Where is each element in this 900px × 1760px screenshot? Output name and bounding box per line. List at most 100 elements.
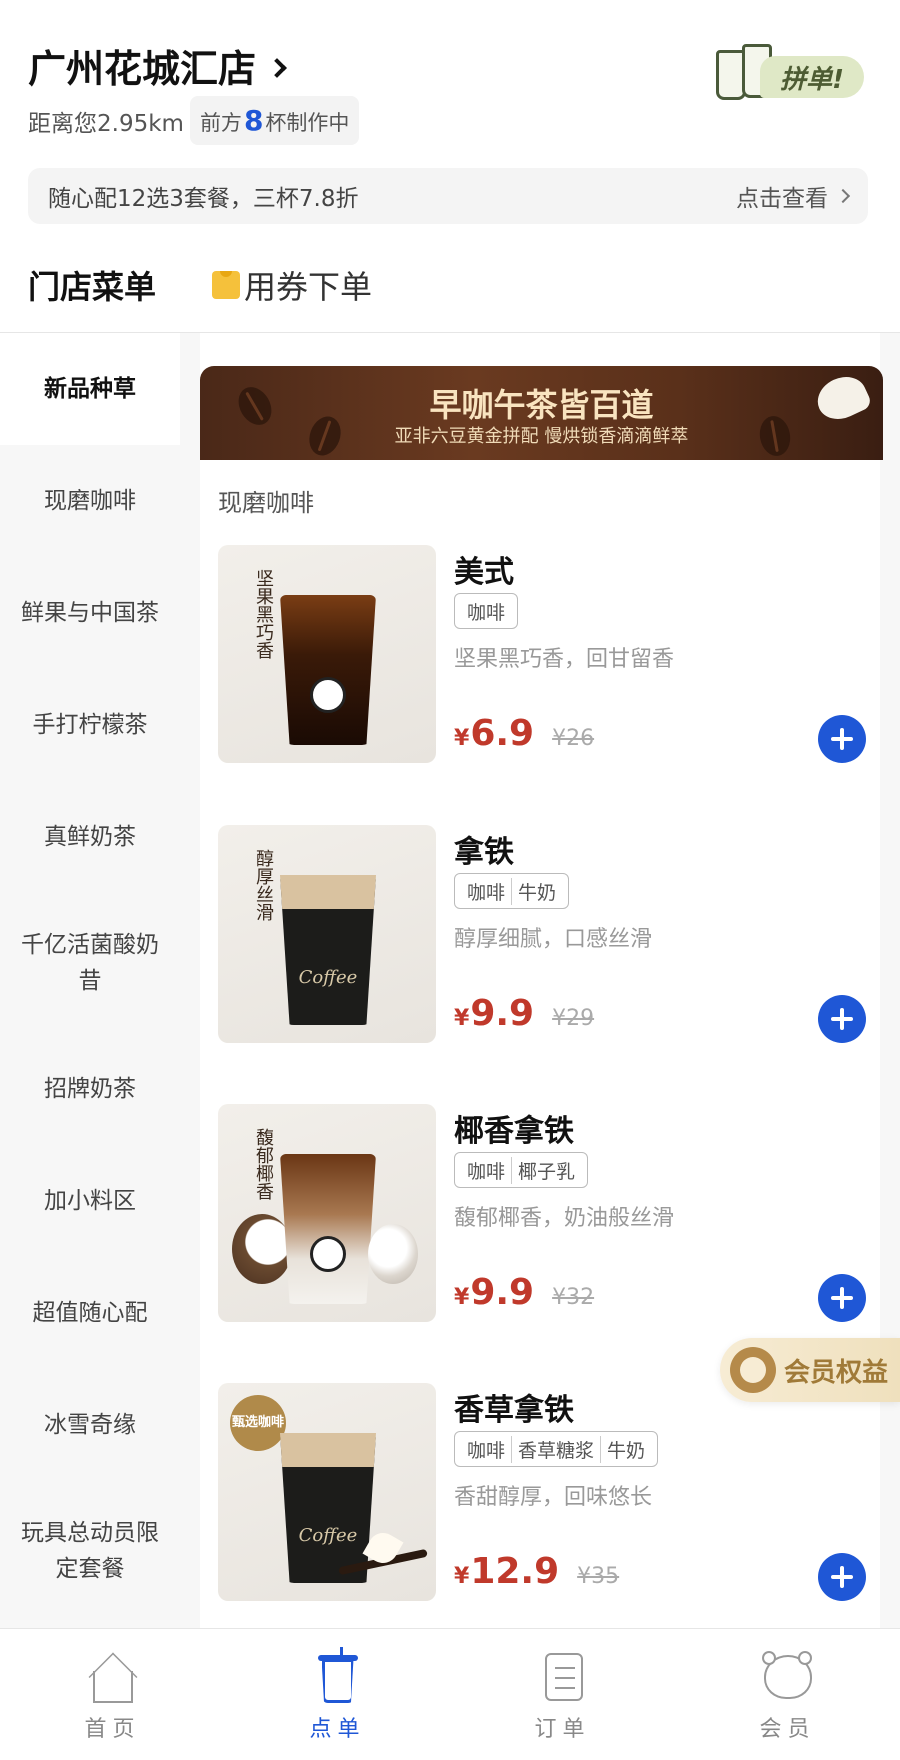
product-description: 香甜醇厚，回味悠长 bbox=[454, 1485, 653, 1510]
promo-view-link[interactable]: 点击查看 bbox=[736, 179, 851, 213]
sidebar-item-combo[interactable]: 超值随心配 bbox=[0, 1257, 180, 1369]
promo-bar[interactable]: 随心配12选3套餐，三杯7.8折 点击查看 bbox=[28, 168, 868, 224]
product-tag: 香草糖浆 bbox=[511, 1435, 600, 1463]
select-coffee-badge: 甄选咖啡 bbox=[230, 1395, 286, 1451]
panda-logo-icon bbox=[310, 677, 346, 713]
sidebar-item-coffee[interactable]: 现磨咖啡 bbox=[0, 445, 180, 557]
promo-banner[interactable]: 早咖午茶皆百道 亚非六豆黄金拼配 慢烘锁香滴滴鲜萃 bbox=[200, 366, 883, 460]
sidebar-item-label: 玩具总动员限定套餐 bbox=[21, 1520, 159, 1582]
sidebar-item-label: 千亿活菌酸奶昔 bbox=[21, 932, 159, 994]
member-benefits-label: 会员权益 bbox=[784, 1357, 889, 1388]
order-icon bbox=[535, 1649, 591, 1705]
store-distance: 距离您2.95km bbox=[28, 110, 184, 137]
product-image: 甄选咖啡 Coffee bbox=[218, 1383, 436, 1601]
product-original-price: ¥32 bbox=[552, 1285, 595, 1310]
sidebar-item-label: 加小料区 bbox=[44, 1188, 136, 1214]
promo-link-label: 点击查看 bbox=[736, 186, 828, 212]
product-price-row: ¥12.9 ¥35 bbox=[454, 1551, 619, 1592]
tab-label: 用券下单 bbox=[244, 268, 373, 306]
sidebar-item-lemon-tea[interactable]: 手打柠檬茶 bbox=[0, 669, 180, 781]
product-price: ¥12.9 bbox=[454, 1551, 560, 1592]
product-image-text: 馥郁椰香 bbox=[253, 1128, 274, 1200]
product-list: 早咖午茶皆百道 亚非六豆黄金拼配 慢烘锁香滴滴鲜萃 现磨咖啡 坚果黑巧香 美式 … bbox=[200, 333, 883, 1628]
product-original-price: ¥35 bbox=[577, 1564, 620, 1589]
cup-brand-text: Coffee bbox=[298, 1525, 358, 1546]
add-to-cart-button[interactable] bbox=[818, 1274, 866, 1322]
queue-suffix: 杯制作中 bbox=[265, 111, 350, 135]
sidebar-item-label: 超值随心配 bbox=[32, 1300, 148, 1326]
product-price: ¥9.9 bbox=[454, 1272, 535, 1313]
promo-text: 随心配12选3套餐，三杯7.8折 bbox=[48, 186, 359, 212]
sidebar-item-toy-story[interactable]: 玩具总动员限定套餐 bbox=[0, 1481, 180, 1621]
product-image: 醇厚丝滑 Coffee bbox=[218, 825, 436, 1043]
product-list-area[interactable]: 早咖午茶皆百道 亚非六豆黄金拼配 慢烘锁香滴滴鲜萃 现磨咖啡 坚果黑巧香 美式 … bbox=[180, 333, 900, 1628]
member-benefits-button[interactable]: 会员权益 bbox=[720, 1338, 900, 1402]
tab-store-menu[interactable]: 门店菜单 bbox=[28, 262, 158, 312]
store-selector[interactable]: 广州花城汇店 bbox=[28, 38, 287, 93]
product-card[interactable]: 馥郁椰香 椰香拿铁 咖啡 椰子乳 馥郁椰香，奶油般丝滑 ¥9.9 ¥32 bbox=[218, 1104, 878, 1324]
sidebar-item-frozen[interactable]: 冰雪奇缘 bbox=[0, 1369, 180, 1481]
product-description: 醇厚细腻，口感丝滑 bbox=[454, 927, 653, 952]
panda-icon bbox=[730, 1347, 776, 1393]
add-to-cart-button[interactable] bbox=[818, 1553, 866, 1601]
bottom-navigation: 首页 点单 订单 会员 bbox=[0, 1628, 900, 1760]
product-tag: 咖啡 bbox=[467, 1439, 506, 1462]
sidebar-item-label: 新品种草 bbox=[44, 376, 136, 402]
member-icon bbox=[760, 1649, 816, 1705]
coupon-icon bbox=[212, 271, 241, 299]
nav-label: 订单 bbox=[534, 1717, 591, 1742]
group-order-label: 拼单! bbox=[760, 56, 864, 98]
cup-icon bbox=[310, 1647, 366, 1705]
sidebar-item-toppings[interactable]: 加小料区 bbox=[0, 1145, 180, 1257]
product-original-price: ¥26 bbox=[552, 726, 595, 751]
sidebar-item-label: 真鲜奶茶 bbox=[44, 824, 136, 850]
queue-count: 8 bbox=[243, 104, 264, 137]
sidebar-item-signature-milk-tea[interactable]: 招牌奶茶 bbox=[0, 1033, 180, 1145]
sidebar-item-label: 冰雪奇缘 bbox=[44, 1412, 136, 1438]
sidebar-item-milk-tea[interactable]: 真鲜奶茶 bbox=[0, 781, 180, 893]
banner-title: 早咖午茶皆百道 bbox=[429, 386, 654, 424]
menu-tabs: 门店菜单 用券下单 bbox=[28, 262, 372, 312]
sidebar-item-yogurt[interactable]: 千亿活菌酸奶昔 bbox=[0, 893, 180, 1033]
product-image: 馥郁椰香 bbox=[218, 1104, 436, 1322]
product-tag: 咖啡 bbox=[467, 881, 506, 904]
product-name: 椰香拿铁 bbox=[454, 1114, 574, 1149]
home-icon bbox=[85, 1649, 141, 1705]
nav-orders[interactable]: 订单 bbox=[450, 1629, 675, 1760]
category-sidebar: 新品种草 现磨咖啡 鲜果与中国茶 手打柠檬茶 真鲜奶茶 千亿活菌酸奶昔 招牌奶茶… bbox=[0, 333, 180, 1628]
product-price-row: ¥9.9 ¥32 bbox=[454, 1272, 594, 1313]
queue-status: 前方 8 杯制作中 bbox=[189, 96, 360, 145]
store-info-row: 距离您2.95km 前方 8 杯制作中 bbox=[28, 96, 360, 145]
nav-label: 会员 bbox=[759, 1717, 816, 1742]
sidebar-item-label: 现磨咖啡 bbox=[44, 488, 136, 514]
product-name: 香草拿铁 bbox=[454, 1393, 574, 1428]
tab-coupon-order[interactable]: 用券下单 bbox=[212, 262, 372, 308]
coconut-icon bbox=[368, 1224, 418, 1284]
sidebar-item-label: 招牌奶茶 bbox=[44, 1076, 136, 1102]
sidebar-item-fruit-tea[interactable]: 鲜果与中国茶 bbox=[0, 557, 180, 669]
product-price-row: ¥6.9 ¥26 bbox=[454, 713, 594, 754]
nav-label: 点单 bbox=[309, 1717, 366, 1742]
add-to-cart-button[interactable] bbox=[818, 995, 866, 1043]
group-order-button[interactable]: 拼单! bbox=[712, 38, 864, 108]
sidebar-item-new[interactable]: 新品种草 bbox=[0, 333, 180, 445]
product-tag: 牛奶 bbox=[511, 877, 562, 905]
product-tag: 咖啡 bbox=[467, 1160, 506, 1183]
product-card[interactable]: 坚果黑巧香 美式 咖啡 坚果黑巧香，回甘留香 ¥6.9 ¥26 bbox=[218, 545, 878, 765]
product-card[interactable]: 醇厚丝滑 Coffee 拿铁 咖啡 牛奶 醇厚细腻，口感丝滑 ¥9.9 ¥29 bbox=[218, 825, 878, 1045]
product-tag: 牛奶 bbox=[600, 1435, 651, 1463]
store-header: 广州花城汇店 距离您2.95km 前方 8 杯制作中 拼单! 随心配12选3套餐… bbox=[0, 0, 900, 330]
nav-order[interactable]: 点单 bbox=[225, 1629, 450, 1760]
product-price: ¥9.9 bbox=[454, 993, 535, 1034]
product-card[interactable]: 甄选咖啡 Coffee 香草拿铁 咖啡 香草糖浆 牛奶 香甜醇厚，回味悠长 ¥1… bbox=[218, 1383, 878, 1603]
product-tag: 咖啡 bbox=[467, 601, 506, 624]
product-tags: 咖啡 牛奶 bbox=[454, 873, 570, 909]
nav-member[interactable]: 会员 bbox=[675, 1629, 900, 1760]
product-tags: 咖啡 香草糖浆 牛奶 bbox=[454, 1431, 659, 1467]
nav-home[interactable]: 首页 bbox=[0, 1629, 225, 1760]
product-name: 美式 bbox=[454, 555, 514, 590]
product-price-row: ¥9.9 ¥29 bbox=[454, 993, 594, 1034]
queue-prefix: 前方 bbox=[199, 111, 242, 135]
product-price: ¥6.9 bbox=[454, 713, 535, 754]
add-to-cart-button[interactable] bbox=[818, 715, 866, 763]
